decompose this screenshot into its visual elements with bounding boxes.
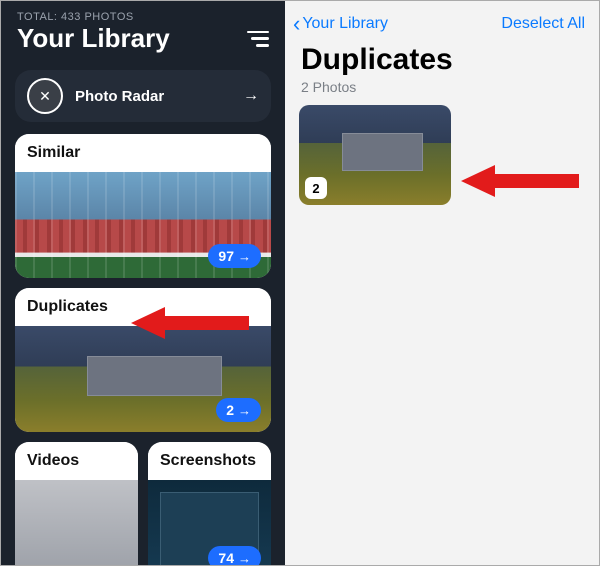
card-videos[interactable]: Videos bbox=[15, 442, 138, 565]
back-button[interactable]: ‹ Your Library bbox=[293, 13, 388, 35]
card-screenshots[interactable]: Screenshots 74 → bbox=[148, 442, 271, 565]
phone-your-library: TOTAL: 433 PHOTOS Your Library ✕ Photo R… bbox=[1, 1, 285, 565]
back-label: Your Library bbox=[302, 15, 388, 33]
cards-list: Similar 97 → Duplicates 2 → bbox=[1, 134, 285, 565]
arrow-right-icon: → bbox=[238, 403, 251, 418]
card-preview-image bbox=[15, 480, 138, 565]
page-title: Your Library bbox=[17, 23, 170, 54]
card-preview-image: 97 → bbox=[15, 172, 271, 278]
chevron-left-icon: ‹ bbox=[293, 13, 300, 35]
count-pill[interactable]: 97 → bbox=[208, 244, 261, 268]
card-duplicates[interactable]: Duplicates 2 → bbox=[15, 288, 271, 432]
cards-row-2: Videos Screenshots 74 → bbox=[15, 442, 271, 565]
count-value: 2 bbox=[226, 402, 234, 418]
card-title: Videos bbox=[15, 442, 138, 480]
card-title: Similar bbox=[15, 134, 271, 172]
photo-count-label: 2 Photos bbox=[285, 79, 599, 105]
thumbnail-grid: 2 bbox=[285, 105, 599, 205]
menu-icon[interactable] bbox=[247, 31, 269, 47]
close-icon[interactable]: ✕ bbox=[27, 78, 63, 114]
card-similar[interactable]: Similar 97 → bbox=[15, 134, 271, 278]
group-count-badge: 2 bbox=[305, 177, 327, 199]
x-glyph: ✕ bbox=[39, 89, 51, 103]
phone-duplicates: ‹ Your Library Deselect All Duplicates 2… bbox=[285, 1, 599, 565]
card-preview-image: 74 → bbox=[148, 480, 271, 565]
card-title: Screenshots bbox=[148, 442, 271, 480]
photo-radar-label: Photo Radar bbox=[75, 88, 243, 105]
card-title: Duplicates bbox=[15, 288, 271, 326]
comparison-stage: TOTAL: 433 PHOTOS Your Library ✕ Photo R… bbox=[0, 0, 600, 566]
header-row: Your Library bbox=[1, 23, 285, 64]
duplicate-group-thumbnail[interactable]: 2 bbox=[299, 105, 451, 205]
page-title: Duplicates bbox=[285, 41, 599, 79]
count-pill[interactable]: 74 → bbox=[208, 546, 261, 565]
deselect-all-button[interactable]: Deselect All bbox=[501, 15, 585, 33]
count-pill[interactable]: 2 → bbox=[216, 398, 261, 422]
photo-radar-row[interactable]: ✕ Photo Radar → bbox=[15, 70, 271, 122]
nav-bar: ‹ Your Library Deselect All bbox=[285, 1, 599, 41]
count-value: 74 bbox=[218, 550, 234, 565]
arrow-right-icon: → bbox=[243, 87, 259, 105]
card-preview-image: 2 → bbox=[15, 326, 271, 432]
total-photos-label: TOTAL: 433 PHOTOS bbox=[1, 1, 285, 23]
arrow-right-icon: → bbox=[238, 249, 251, 264]
count-value: 97 bbox=[218, 248, 234, 264]
arrow-right-icon: → bbox=[238, 551, 251, 566]
